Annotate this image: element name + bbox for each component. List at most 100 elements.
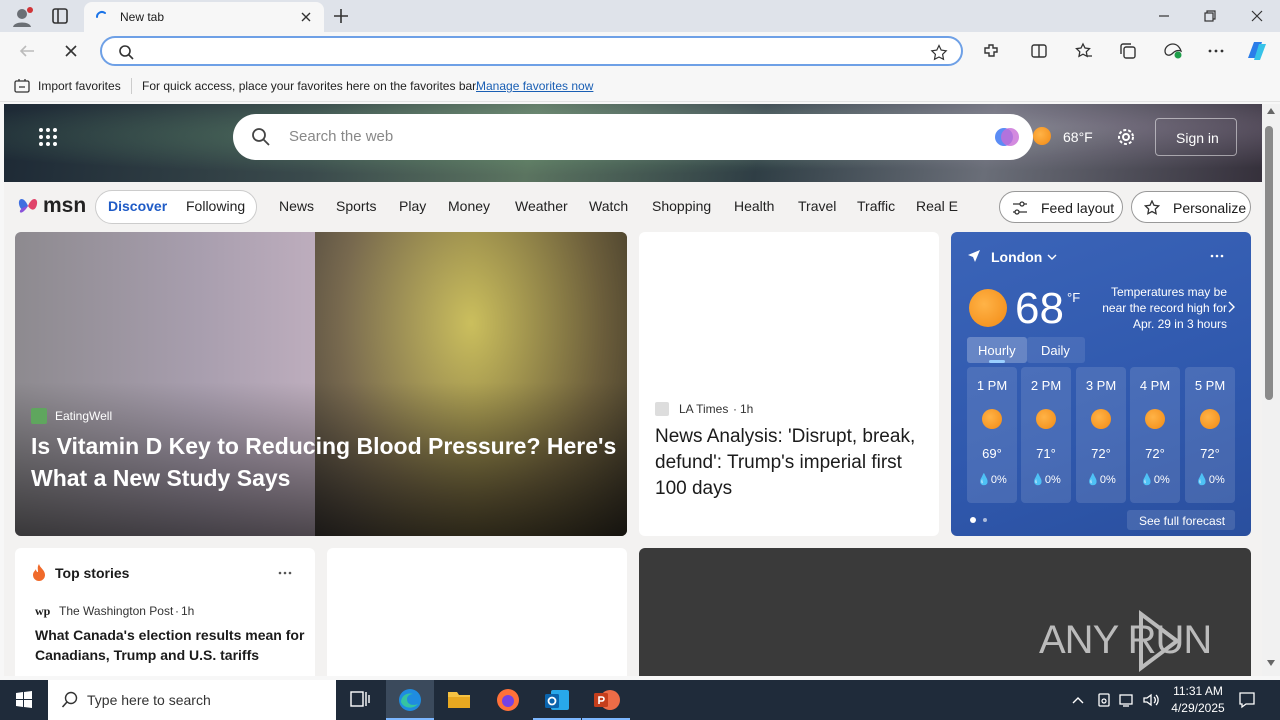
tab-new-tab[interactable]: New tab (84, 2, 324, 32)
scrollbar-thumb[interactable] (1265, 126, 1273, 400)
web-search-box[interactable]: Search the web (233, 114, 1033, 160)
nav-real-estate[interactable]: Real E (916, 198, 958, 214)
hour-temp: 71° (1036, 446, 1056, 461)
nav-news[interactable]: News (279, 198, 314, 214)
more-icon[interactable] (277, 570, 293, 576)
scroll-down-icon[interactable] (1267, 660, 1275, 666)
top-story-title[interactable]: What Canada's election results mean for … (35, 625, 305, 665)
volume-icon[interactable] (1142, 692, 1160, 708)
file-explorer-icon[interactable] (435, 680, 483, 720)
carousel-dot-active[interactable] (970, 517, 976, 523)
start-button[interactable] (0, 680, 48, 720)
hour-precip: 💧0% (1031, 474, 1061, 486)
loading-spinner-icon (94, 9, 110, 25)
tab-daily[interactable]: Daily (1027, 337, 1085, 363)
hero-story-title[interactable]: Is Vitamin D Key to Reducing Blood Press… (31, 430, 621, 494)
settings-gear-icon[interactable] (1115, 126, 1137, 148)
clock-date[interactable]: 4/29/2025 (1166, 701, 1230, 715)
import-favorites-button[interactable]: Import favorites (38, 79, 121, 93)
chevron-down-icon[interactable] (1047, 252, 1057, 262)
scroll-up-icon[interactable] (1267, 108, 1275, 114)
news-story-title[interactable]: News Analysis: 'Disrupt, break, defund':… (655, 424, 925, 502)
notification-icon[interactable] (1238, 691, 1256, 709)
precip-value: 0% (1208, 474, 1225, 486)
tab-hourly[interactable]: Hourly (967, 337, 1027, 363)
hourly-forecast-item[interactable]: 5 PM 72° 💧0% (1185, 367, 1235, 503)
news-story-card[interactable]: LA Times · 1h News Analysis: 'Disrupt, b… (639, 232, 939, 536)
nav-money[interactable]: Money (448, 198, 490, 214)
favorites-icon[interactable] (1075, 42, 1093, 60)
tab-following[interactable]: Following (186, 198, 245, 214)
tab-strip: New tab (0, 0, 1280, 32)
sign-in-button[interactable]: Sign in (1155, 118, 1237, 156)
split-screen-icon[interactable] (1030, 42, 1048, 60)
copilot-search-icon[interactable] (993, 123, 1021, 151)
apps-grid-icon[interactable] (38, 127, 58, 147)
hero-story-card[interactable]: EatingWell Is Vitamin D Key to Reducing … (15, 232, 627, 536)
hourly-forecast-item[interactable]: 3 PM 72° 💧0% (1076, 367, 1126, 503)
chevron-up-icon[interactable] (1071, 693, 1085, 707)
weather-sun-icon (969, 289, 1007, 332)
hour-time: 2 PM (1030, 378, 1062, 393)
close-tab-icon[interactable] (298, 9, 314, 25)
browser-essentials-icon[interactable] (1163, 42, 1183, 60)
sliders-icon (1012, 200, 1028, 216)
more-icon[interactable] (1209, 252, 1225, 260)
device-icon[interactable] (1096, 692, 1112, 708)
restore-icon[interactable] (1202, 8, 1218, 24)
nav-watch[interactable]: Watch (589, 198, 628, 214)
manage-favorites-link[interactable]: Manage favorites now (476, 79, 593, 93)
nav-shopping[interactable]: Shopping (652, 198, 711, 214)
more-options-icon[interactable] (1207, 42, 1225, 60)
minimize-icon[interactable] (1156, 8, 1172, 24)
page-scrollbar[interactable] (1262, 104, 1280, 676)
powerpoint-icon[interactable] (582, 680, 630, 720)
weather-card[interactable]: London 68 °F Temperatures may be near th… (951, 232, 1251, 536)
msn-logo[interactable]: msn (43, 194, 86, 218)
weather-alert[interactable]: Temperatures may be near the record high… (1095, 284, 1227, 332)
feed-layout-button[interactable]: Feed layout (999, 191, 1123, 223)
stop-loading-icon[interactable] (62, 42, 80, 60)
favorite-star-icon[interactable] (930, 44, 948, 62)
outlook-icon[interactable] (533, 680, 581, 720)
see-full-forecast-button[interactable]: See full forecast (1127, 510, 1235, 530)
taskbar-search-box[interactable]: Type here to search (48, 680, 336, 720)
nav-health[interactable]: Health (734, 198, 774, 214)
new-tab-icon[interactable] (332, 7, 350, 25)
nav-traffic[interactable]: Traffic (857, 198, 895, 214)
sign-in-label: Sign in (1176, 130, 1219, 146)
dark-media-card[interactable]: ANY RUN (639, 548, 1251, 676)
firefox-icon[interactable] (484, 680, 532, 720)
chevron-right-icon[interactable] (1227, 300, 1237, 314)
nav-weather[interactable]: Weather (515, 198, 568, 214)
network-icon[interactable] (1118, 692, 1136, 708)
extensions-icon[interactable] (982, 42, 1000, 60)
tab-title: New tab (120, 10, 165, 24)
hourly-forecast-item[interactable]: 2 PM 71° 💧0% (1021, 367, 1071, 503)
divider (131, 78, 132, 94)
hourly-forecast-item[interactable]: 1 PM 69° 💧0% (967, 367, 1017, 503)
header-temperature[interactable]: 68°F (1063, 129, 1093, 145)
copilot-icon[interactable] (1244, 38, 1270, 64)
nav-travel[interactable]: Travel (798, 198, 836, 214)
tab-discover[interactable]: Discover (108, 198, 167, 214)
back-icon[interactable] (18, 42, 36, 60)
tab-actions-icon[interactable] (51, 7, 69, 25)
personalize-button[interactable]: Personalize (1131, 191, 1251, 223)
clock-time[interactable]: 11:31 AM (1168, 684, 1228, 698)
hourly-forecast-item[interactable]: 4 PM 72° 💧0% (1130, 367, 1180, 503)
profile-icon[interactable] (10, 5, 34, 29)
collections-icon[interactable] (1119, 42, 1137, 60)
close-window-icon[interactable] (1249, 8, 1265, 24)
nav-sports[interactable]: Sports (336, 198, 376, 214)
task-view-icon[interactable] (336, 680, 384, 720)
address-bar[interactable] (100, 36, 963, 66)
edge-taskbar-icon[interactable] (386, 680, 434, 720)
nav-play[interactable]: Play (399, 198, 426, 214)
carousel-dot[interactable] (983, 518, 987, 522)
hour-time: 1 PM (976, 378, 1008, 393)
wapo-logo: wp (35, 604, 51, 618)
story-age: 1h (181, 604, 195, 618)
weather-city[interactable]: London (991, 249, 1042, 265)
story-source: LA Times (679, 402, 729, 416)
